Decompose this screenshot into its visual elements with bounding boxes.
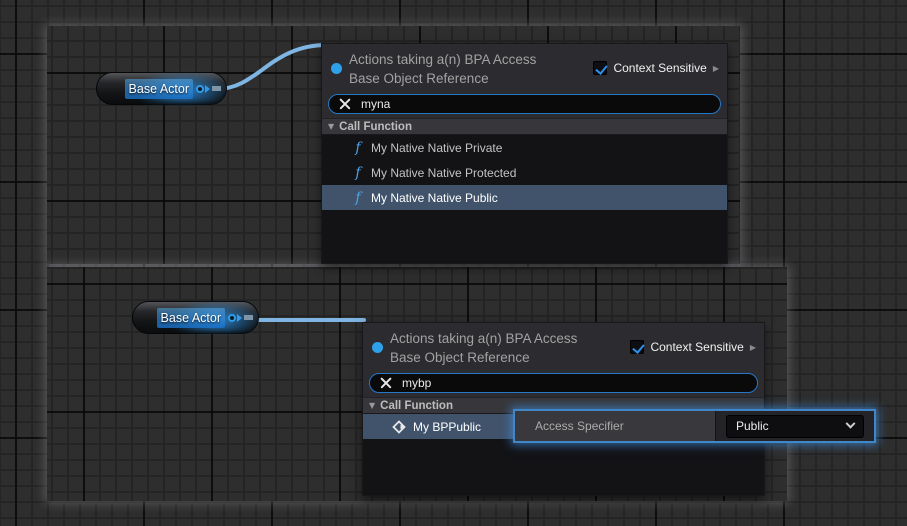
- context-sensitive-checkbox[interactable]: [593, 61, 607, 75]
- access-specifier-label-cell: Access Specifier: [515, 411, 716, 441]
- object-pin-type-icon: [331, 63, 342, 74]
- chevron-down-icon: [846, 418, 856, 428]
- menu-item-label: My Native Native Protected: [371, 166, 516, 180]
- menu-item-my-native-native-private[interactable]: f My Native Native Private: [322, 135, 727, 160]
- access-specifier-tooltip: Access Specifier Public: [513, 409, 876, 443]
- node-base-actor-bottom[interactable]: Base Actor: [132, 301, 259, 334]
- function-icon: f: [351, 190, 365, 206]
- context-menu-header: Actions taking a(n) BPA Access Base Obje…: [363, 323, 764, 370]
- pin-arrow-icon: [205, 85, 210, 93]
- title-line-1: Actions taking a(n) BPA Access: [349, 50, 593, 69]
- menu-item-my-native-native-protected[interactable]: f My Native Native Protected: [322, 160, 727, 185]
- context-menu-header: Actions taking a(n) BPA Access Base Obje…: [322, 44, 727, 91]
- access-specifier-dropdown[interactable]: Public: [726, 415, 864, 438]
- context-sensitive-checkbox[interactable]: [630, 340, 644, 354]
- object-pin-type-icon: [372, 342, 383, 353]
- submenu-arrow-icon[interactable]: ▶: [750, 343, 756, 352]
- pin-circle-icon: [228, 314, 236, 322]
- clear-search-icon[interactable]: [339, 98, 351, 110]
- access-specifier-value-cell: Public: [716, 411, 874, 441]
- pin-circle-icon: [196, 85, 204, 93]
- clear-search-icon[interactable]: [380, 377, 392, 389]
- search-value: mybp: [402, 376, 431, 390]
- menu-item-my-native-native-public[interactable]: f My Native Native Public: [322, 185, 727, 210]
- node-label: Base Actor: [157, 308, 225, 328]
- pin-stub: [244, 315, 253, 320]
- object-output-pin[interactable]: [228, 314, 253, 322]
- action-list: f My Native Native Private f My Native N…: [322, 135, 727, 263]
- title-line-2: Base Object Reference: [349, 69, 593, 88]
- object-output-pin[interactable]: [196, 85, 221, 93]
- search-row: myna: [322, 91, 727, 118]
- menu-item-label: My Native Native Public: [371, 191, 498, 205]
- pin-stub: [212, 86, 221, 91]
- context-sensitive-group: Context Sensitive ▶: [630, 340, 756, 354]
- search-input-top[interactable]: myna: [328, 94, 721, 114]
- context-menu-top: Actions taking a(n) BPA Access Base Obje…: [321, 43, 728, 264]
- menu-item-label: My Native Native Private: [371, 141, 502, 155]
- context-sensitive-label: Context Sensitive: [650, 340, 743, 354]
- function-icon: f: [351, 165, 365, 181]
- pin-arrow-icon: [237, 314, 242, 322]
- context-menu-title: Actions taking a(n) BPA Access Base Obje…: [349, 50, 593, 88]
- context-menu-title: Actions taking a(n) BPA Access Base Obje…: [390, 329, 630, 367]
- blueprint-editor: Base Actor Base Actor Actions taking a(n…: [0, 0, 907, 526]
- collapse-triangle-icon: ▼: [369, 401, 375, 410]
- access-specifier-label: Access Specifier: [535, 419, 624, 433]
- category-label: Call Function: [339, 121, 412, 133]
- title-line-1: Actions taking a(n) BPA Access: [390, 329, 630, 348]
- search-value: myna: [361, 97, 390, 111]
- dropdown-value: Public: [736, 419, 769, 433]
- blueprint-function-icon: [392, 420, 406, 434]
- function-icon: f: [351, 140, 365, 156]
- menu-item-label: My BPPublic: [413, 420, 481, 434]
- collapse-triangle-icon: ▼: [328, 122, 334, 131]
- search-row: mybp: [363, 370, 764, 397]
- node-base-actor-top[interactable]: Base Actor: [96, 72, 227, 105]
- search-input-bottom[interactable]: mybp: [369, 373, 758, 393]
- node-label: Base Actor: [125, 79, 193, 99]
- category-call-function[interactable]: ▼ Call Function: [322, 118, 727, 135]
- context-sensitive-group: Context Sensitive ▶: [593, 61, 719, 75]
- submenu-arrow-icon[interactable]: ▶: [713, 64, 719, 73]
- title-line-2: Base Object Reference: [390, 348, 630, 367]
- context-sensitive-label: Context Sensitive: [613, 61, 706, 75]
- category-label: Call Function: [380, 400, 453, 412]
